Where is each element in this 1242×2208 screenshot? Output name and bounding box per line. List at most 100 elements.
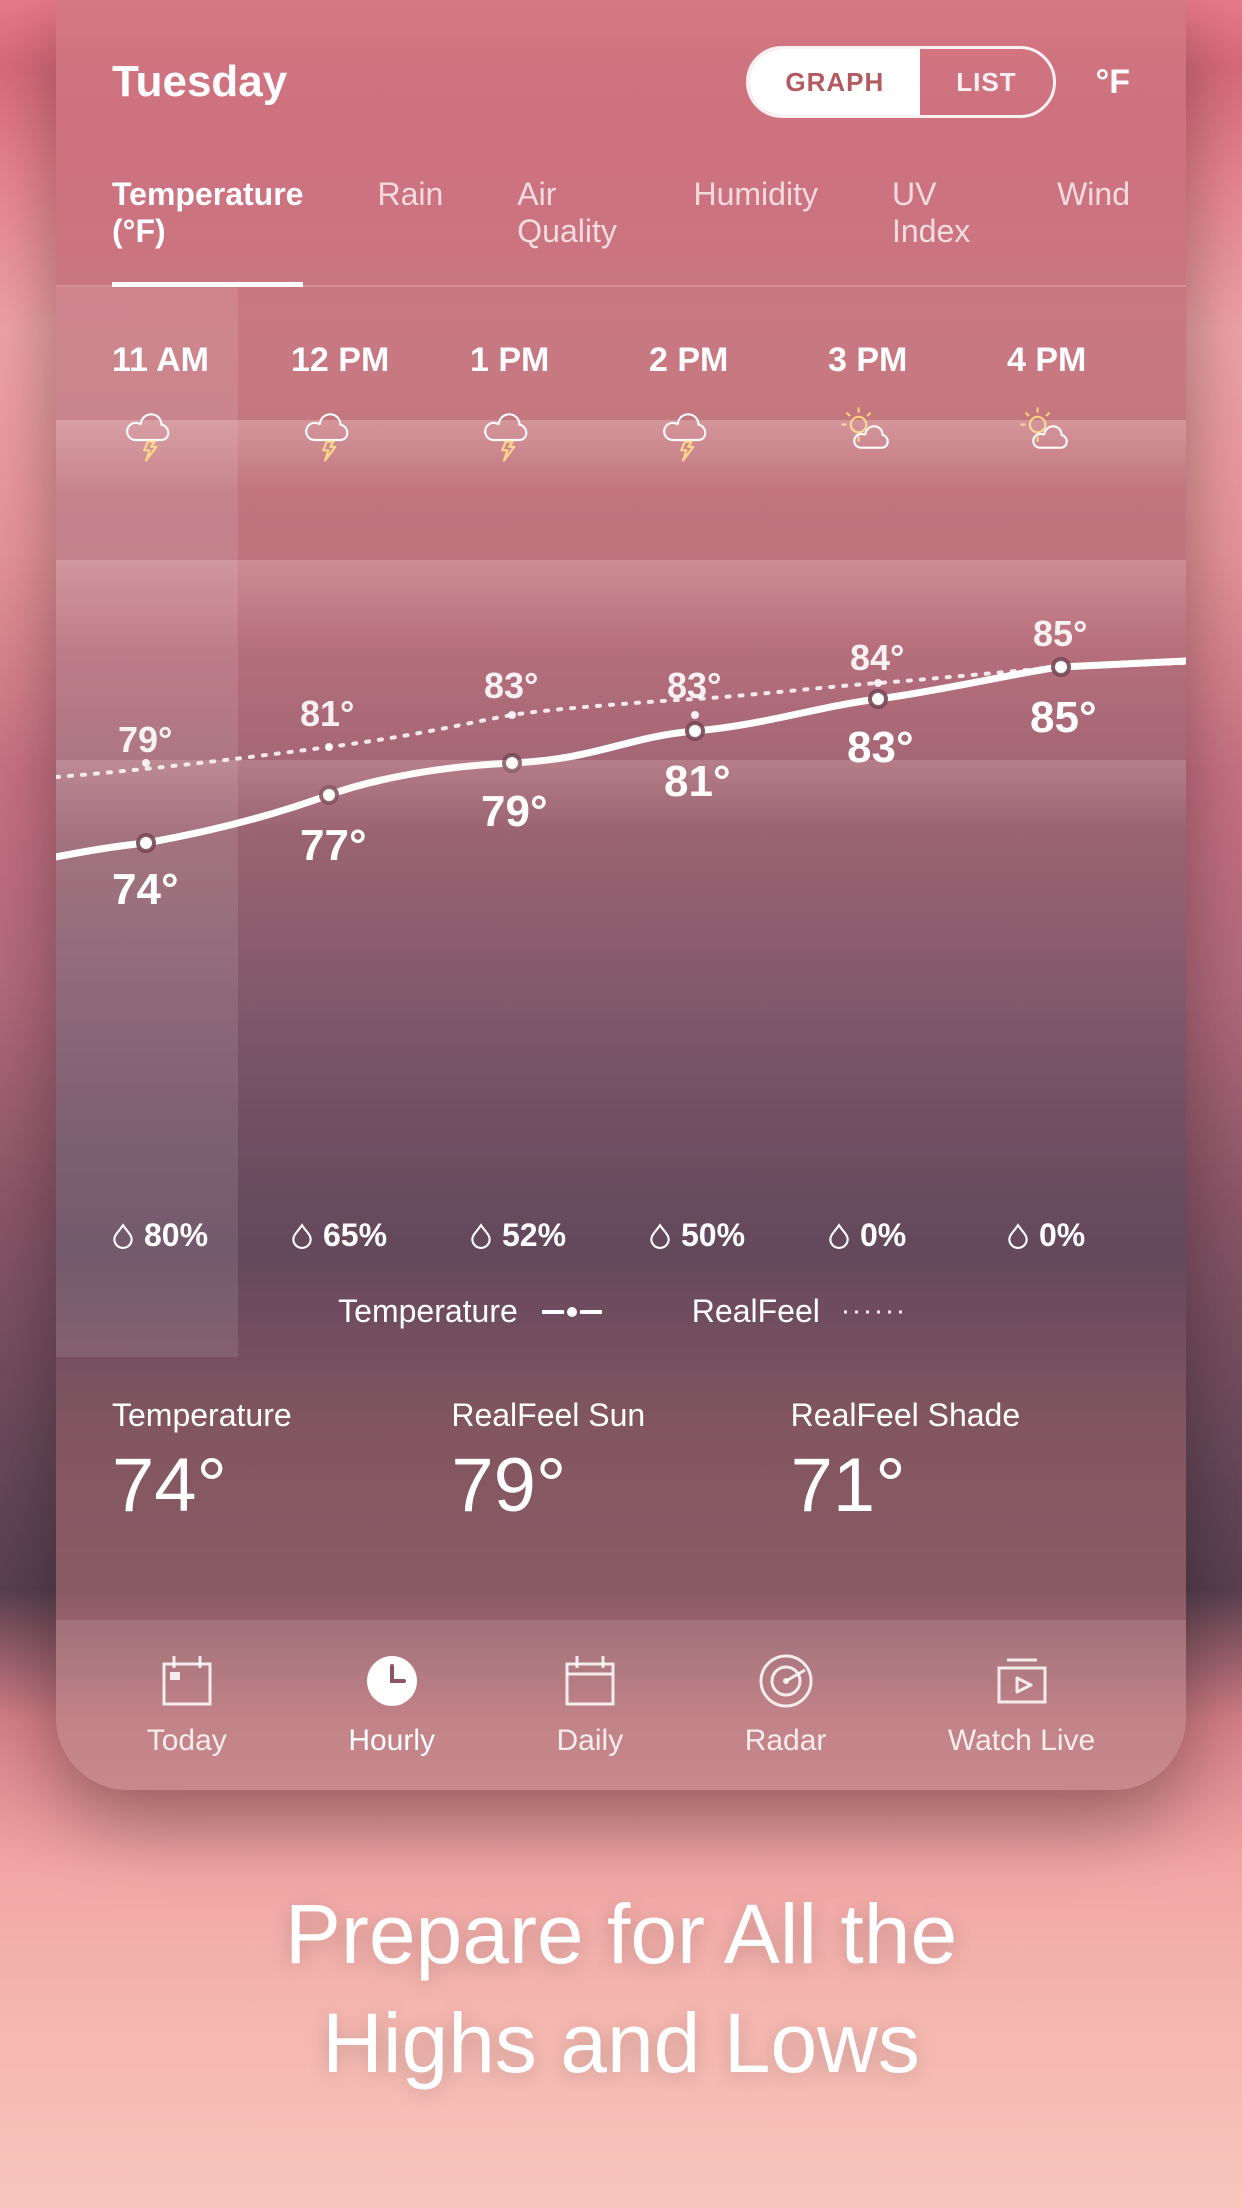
precip-cell: 0%: [1007, 1217, 1186, 1254]
partly-sunny-icon: [1007, 404, 1087, 464]
hour-time: 11 AM: [112, 341, 209, 380]
summary-value: 71°: [791, 1442, 1130, 1529]
summary-realfeel-sun: RealFeel Sun 79°: [451, 1397, 790, 1529]
hour-col[interactable]: 12 PM: [291, 341, 470, 464]
hour-time: 2 PM: [649, 341, 728, 380]
legend-label: Temperature: [338, 1293, 518, 1330]
tab-air-quality[interactable]: Air Quality: [517, 176, 619, 285]
hourly-chart-area: 11 AM 12 PM 1 PM 2 PM 3 PM 4 PM: [56, 287, 1186, 1357]
graph-toggle[interactable]: GRAPH: [749, 49, 920, 115]
raindrop-icon: [112, 1223, 134, 1249]
raindrop-icon: [470, 1223, 492, 1249]
nav-label: Today: [147, 1724, 227, 1758]
precip-value: 0%: [1039, 1217, 1085, 1254]
hour-col[interactable]: 3 PM: [828, 341, 1007, 464]
tab-uv[interactable]: UV Index: [892, 176, 983, 285]
tab-rain[interactable]: Rain: [377, 176, 443, 285]
hour-time: 3 PM: [828, 341, 907, 380]
chart-legend: Temperature RealFeel: [56, 1293, 1186, 1330]
temp-label: 74°: [112, 865, 212, 915]
realfeel-label: 84°: [850, 637, 950, 679]
temp-label: 83°: [847, 723, 947, 773]
tab-temperature[interactable]: Temperature (°F): [112, 176, 303, 287]
temp-label: 79°: [481, 787, 581, 837]
precip-cell: 80%: [112, 1217, 291, 1254]
temp-label: 77°: [300, 821, 400, 871]
calendar-today-icon: [158, 1652, 216, 1710]
precip-cell: 0%: [828, 1217, 1007, 1254]
raindrop-icon: [291, 1223, 313, 1249]
nav-hourly[interactable]: Hourly: [348, 1652, 435, 1758]
realfeel-label: 79°: [118, 719, 218, 761]
metric-tabs: Temperature (°F) Rain Air Quality Humidi…: [56, 118, 1186, 287]
tab-humidity[interactable]: Humidity: [693, 176, 817, 285]
hour-columns: 11 AM 12 PM 1 PM 2 PM 3 PM 4 PM: [112, 341, 1186, 464]
temp-label: 85°: [1030, 693, 1130, 743]
raindrop-icon: [1007, 1223, 1029, 1249]
summary-label: RealFeel Shade: [791, 1397, 1130, 1434]
realfeel-label: 81°: [300, 693, 400, 735]
clock-icon: [363, 1652, 421, 1710]
hour-col[interactable]: 2 PM: [649, 341, 828, 464]
nav-daily[interactable]: Daily: [557, 1652, 624, 1758]
summary-label: Temperature: [112, 1397, 451, 1434]
marketing-tagline: Prepare for All the Highs and Lows: [0, 1880, 1242, 2098]
summary-temperature: Temperature 74°: [112, 1397, 451, 1529]
realfeel-label: 83°: [484, 665, 584, 707]
tv-play-icon: [993, 1652, 1051, 1710]
summary-realfeel-shade: RealFeel Shade 71°: [791, 1397, 1130, 1529]
summary-row: Temperature 74° RealFeel Sun 79° RealFee…: [56, 1357, 1186, 1529]
nav-label: Hourly: [348, 1724, 435, 1758]
summary-value: 74°: [112, 1442, 451, 1529]
calendar-daily-icon: [561, 1652, 619, 1710]
dotted-line-icon: [844, 1306, 904, 1318]
precipitation-row: 80% 65% 52% 50% 0% 0%: [112, 1217, 1186, 1254]
tab-wind[interactable]: Wind: [1057, 176, 1130, 285]
legend-realfeel: RealFeel: [692, 1293, 904, 1330]
hour-col[interactable]: 4 PM: [1007, 341, 1186, 464]
nav-label: Radar: [745, 1724, 827, 1758]
hour-time: 4 PM: [1007, 341, 1086, 380]
precip-value: 65%: [323, 1217, 387, 1254]
hour-col[interactable]: 11 AM: [112, 341, 291, 464]
radar-icon: [757, 1652, 815, 1710]
precip-value: 50%: [681, 1217, 745, 1254]
unit-toggle[interactable]: °F: [1096, 63, 1130, 102]
precip-cell: 65%: [291, 1217, 470, 1254]
nav-today[interactable]: Today: [147, 1652, 227, 1758]
precip-value: 0%: [860, 1217, 906, 1254]
precip-value: 80%: [144, 1217, 208, 1254]
day-title: Tuesday: [112, 57, 287, 107]
precip-cell: 52%: [470, 1217, 649, 1254]
tagline-line: Prepare for All the: [0, 1880, 1242, 1989]
header: Tuesday GRAPH LIST °F: [56, 0, 1186, 118]
list-toggle[interactable]: LIST: [920, 49, 1052, 115]
thunderstorm-icon: [112, 404, 192, 464]
realfeel-label: 83°: [667, 665, 767, 707]
realfeel-label: 85°: [1033, 613, 1133, 655]
partly-sunny-icon: [828, 404, 908, 464]
thunderstorm-icon: [649, 404, 729, 464]
nav-watch-live[interactable]: Watch Live: [948, 1652, 1095, 1758]
nav-label: Daily: [557, 1724, 624, 1758]
raindrop-icon: [649, 1223, 671, 1249]
thunderstorm-icon: [291, 404, 371, 464]
legend-label: RealFeel: [692, 1293, 820, 1330]
raindrop-icon: [828, 1223, 850, 1249]
precip-value: 52%: [502, 1217, 566, 1254]
view-toggle: GRAPH LIST: [746, 46, 1055, 118]
tagline-line: Highs and Lows: [0, 1989, 1242, 2098]
thunderstorm-icon: [470, 404, 550, 464]
hour-time: 12 PM: [291, 341, 389, 380]
temp-label: 81°: [664, 757, 764, 807]
summary-label: RealFeel Sun: [451, 1397, 790, 1434]
nav-label: Watch Live: [948, 1724, 1095, 1758]
hour-col[interactable]: 1 PM: [470, 341, 649, 464]
precip-cell: 50%: [649, 1217, 828, 1254]
header-controls: GRAPH LIST °F: [746, 46, 1130, 118]
nav-radar[interactable]: Radar: [745, 1652, 827, 1758]
hour-time: 1 PM: [470, 341, 549, 380]
bottom-nav: Today Hourly Daily Radar Watch Live: [56, 1620, 1186, 1790]
weather-app-frame: Tuesday GRAPH LIST °F Temperature (°F) R…: [56, 0, 1186, 1790]
summary-value: 79°: [451, 1442, 790, 1529]
